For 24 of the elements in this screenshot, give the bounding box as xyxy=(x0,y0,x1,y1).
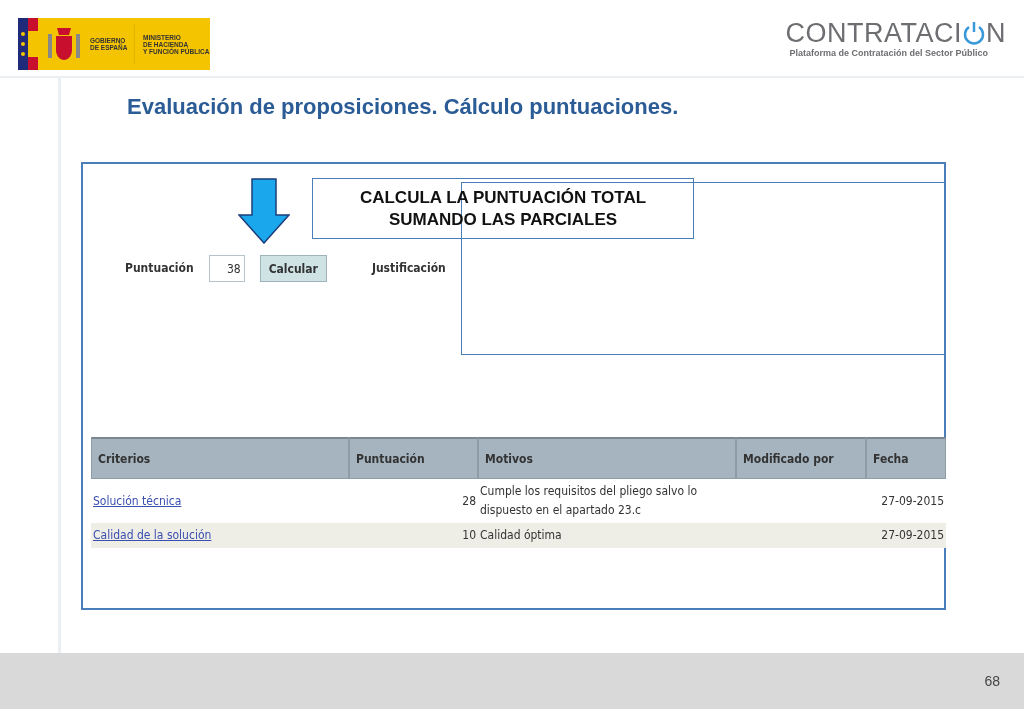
table-cell-text: Cumple los requisitos del pliego salvo lo dispuesto en el apartado 23.c xyxy=(479,483,699,519)
score-label: Puntuación xyxy=(125,261,194,275)
column-header: Modificado por xyxy=(736,437,866,479)
power-icon xyxy=(963,21,985,45)
slide-title: Evaluación de proposiciones. Cálculo puntuaciones. xyxy=(127,93,680,121)
column-header: Criterios xyxy=(91,437,349,479)
calculate-button[interactable]: Calcular xyxy=(259,255,327,282)
table-cell-text: 27-09-2015 xyxy=(880,492,945,510)
criterion-link[interactable]: Solución técnica xyxy=(93,493,182,508)
column-header: Puntuación xyxy=(349,437,478,479)
justification-label: Justificación xyxy=(371,261,446,275)
table-cell-text: 28 xyxy=(461,492,477,510)
column-header: Fecha xyxy=(866,437,946,479)
table-cell-text: 10 xyxy=(461,527,477,544)
table-cell-text: Calidad óptima xyxy=(479,527,563,544)
brand-name: CONTRATACI xyxy=(785,18,962,48)
brand-subtitle: Plataforma de Contratación del Sector Público xyxy=(789,48,989,58)
criterion-link[interactable]: Calidad de la solución xyxy=(93,528,212,542)
score-input-field[interactable]: 38 xyxy=(208,255,245,282)
page-number: 68 xyxy=(984,673,1000,689)
column-header: Motivos xyxy=(478,437,736,479)
down-arrow-icon xyxy=(238,178,290,244)
brand-name: N xyxy=(986,18,1006,48)
table-cell-text: 27-09-2015 xyxy=(880,527,945,544)
